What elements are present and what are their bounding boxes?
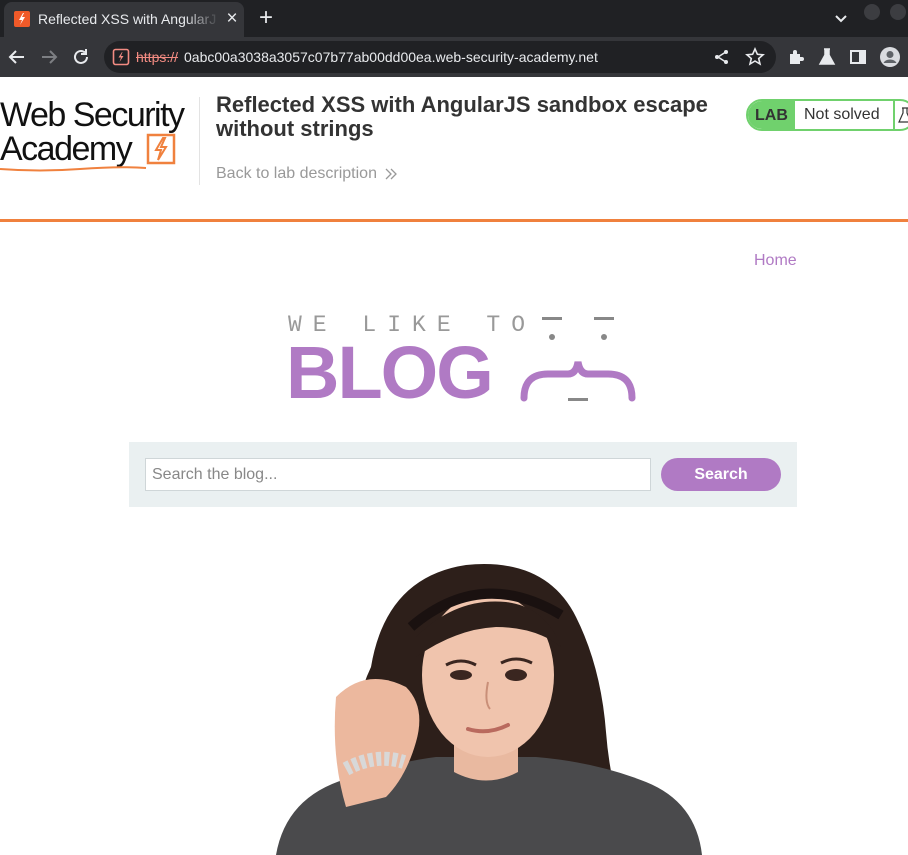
portswigger-favicon-icon [14, 11, 30, 27]
lab-label: LAB [755, 107, 788, 124]
window-minimize-icon[interactable] [864, 4, 880, 20]
tab-close-icon[interactable]: × [222, 9, 242, 29]
lab-status-flask-icon [898, 106, 908, 124]
nav-home-link[interactable]: Home [754, 252, 797, 270]
lab-status-badge: LAB Not solved [746, 99, 908, 131]
back-to-lab-description-link[interactable]: Back to lab description [216, 165, 377, 183]
lab-header: Web Security Academy Reflected XSS with … [0, 77, 908, 222]
blog-wordmark: BLOG [286, 331, 494, 414]
reload-icon[interactable] [70, 46, 92, 68]
logo-underline-swoosh [0, 166, 147, 172]
search-button[interactable]: Search [661, 458, 781, 491]
tab-search-chevron-down-icon[interactable] [832, 10, 850, 28]
curly-brace-face-icon [520, 317, 636, 402]
bored-girl-photo-illustration [276, 564, 702, 855]
browser-toolbar: https:// 0abc00a3038a3057c07b77ab00dd00e… [0, 37, 908, 77]
url-host: 0abc00a3038a3057c07b77ab00dd00ea.web-sec… [184, 49, 598, 65]
blog-banner-logo: WE LIKE TO BLOG [286, 312, 642, 412]
web-security-academy-logo[interactable]: Web Security Academy [0, 96, 200, 172]
blog-post-image[interactable] [276, 557, 702, 855]
logo-line-2: Academy [0, 130, 133, 168]
lab-label-pill: LAB [748, 101, 795, 129]
not-secure-warning-icon[interactable] [112, 48, 130, 66]
share-icon[interactable] [713, 48, 731, 66]
lab-badge-separator [893, 101, 895, 129]
profile-icon[interactable] [879, 46, 901, 68]
back-arrow-icon[interactable] [6, 46, 28, 68]
browser-tabstrip: Reflected XSS with AngularJS sandbox esc… [0, 0, 908, 37]
sidepanel-icon[interactable] [847, 46, 869, 68]
forward-arrow-icon[interactable] [38, 46, 60, 68]
extensions-icon[interactable] [785, 46, 807, 68]
lab-title: Reflected XSS with AngularJS sandbox esc… [216, 92, 708, 141]
blog-search-panel: Search [129, 442, 797, 507]
url-scheme: https:// [136, 49, 179, 65]
new-tab-plus-icon[interactable]: + [255, 6, 277, 30]
tab-title-fade [184, 2, 220, 37]
academy-bolt-icon [146, 133, 176, 165]
double-chevron-right-icon[interactable] [384, 167, 398, 181]
star-icon[interactable] [745, 47, 765, 67]
logo-line-1: Web Security [0, 96, 185, 134]
window-maximize-icon[interactable] [890, 4, 906, 20]
header-divider [199, 97, 200, 185]
address-bar[interactable]: https:// 0abc00a3038a3057c07b77ab00dd00e… [104, 41, 776, 73]
browser-tab-active[interactable]: Reflected XSS with AngularJS sandbox esc… [4, 2, 244, 37]
labs-flask-icon[interactable] [816, 46, 838, 68]
blog-search-input[interactable] [145, 458, 651, 491]
lab-status-text: Not solved [804, 106, 880, 123]
